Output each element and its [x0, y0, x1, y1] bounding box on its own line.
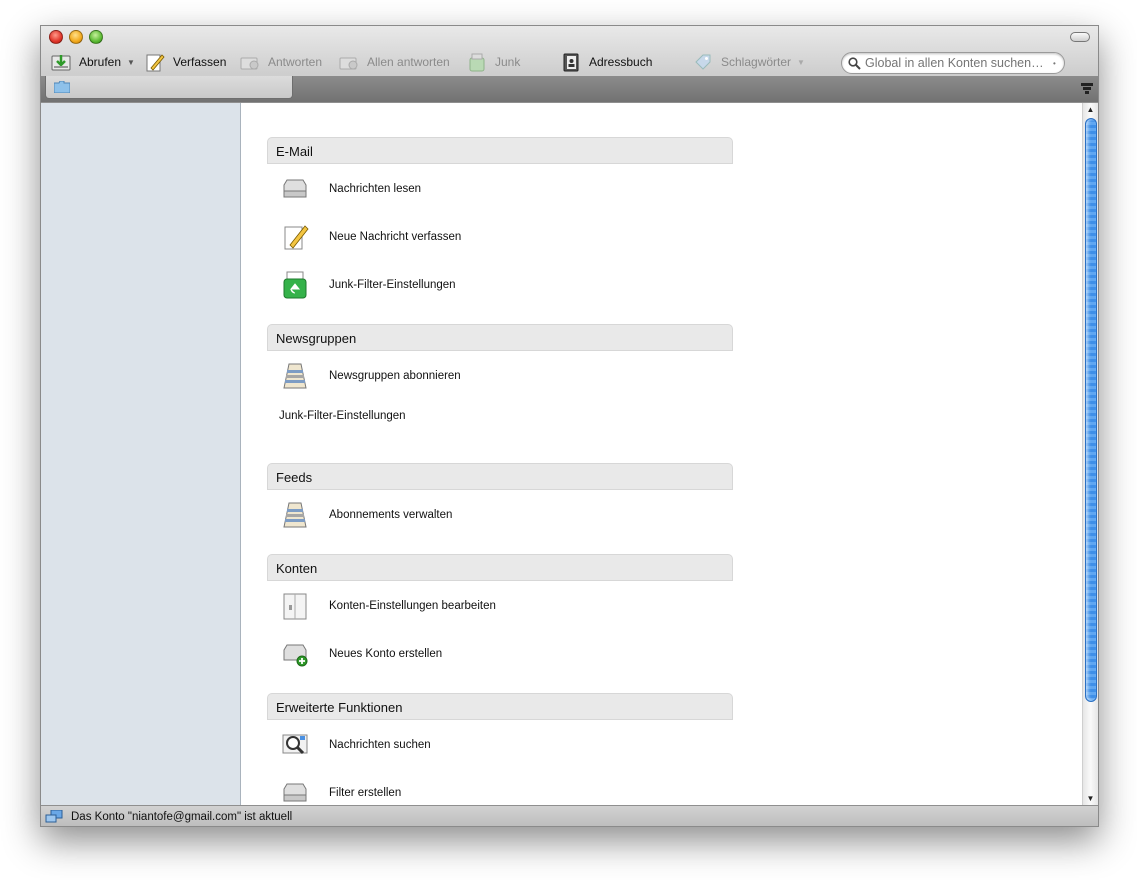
- feeds-icon: [283, 502, 307, 528]
- junk-settings-link[interactable]: Junk-Filter-Einstellungen: [281, 270, 456, 300]
- reply-all-label: Allen antworten: [367, 55, 450, 69]
- get-messages-button[interactable]: Abrufen ▼: [51, 50, 135, 74]
- tag-icon: [695, 54, 711, 70]
- chevron-down-icon[interactable]: ▼: [797, 58, 805, 67]
- newsgroup-icon: [283, 363, 307, 389]
- read-messages-link[interactable]: Nachrichten lesen: [281, 174, 421, 204]
- junk-label: Junk: [495, 55, 521, 69]
- recycle-bin-icon: [469, 53, 485, 72]
- tab-strip: [41, 76, 1098, 102]
- inbox-tray-icon: [283, 179, 307, 198]
- get-messages-label: Abrufen: [79, 55, 122, 69]
- search-icon: [848, 56, 861, 70]
- newsgroup-junk-settings-link[interactable]: Junk-Filter-Einstellungen: [279, 410, 406, 422]
- address-book-icon: [563, 53, 579, 72]
- reply-icon: [240, 57, 259, 70]
- tab-list-icon[interactable]: [1080, 81, 1094, 95]
- section-header-accounts: Konten: [267, 554, 733, 581]
- account-settings-label: Konten-Einstellungen bearbeiten: [329, 600, 496, 612]
- toolbar-toggle-button[interactable]: [1070, 32, 1090, 42]
- create-filter-link[interactable]: Filter erstellen: [281, 778, 401, 805]
- search-options-icon[interactable]: •: [1053, 59, 1056, 68]
- compose-message-label: Neue Nachricht verfassen: [329, 231, 462, 243]
- tags-label: Schlagwörter: [721, 55, 792, 69]
- new-account-label: Neues Konto erstellen: [329, 648, 443, 660]
- search-input[interactable]: [865, 56, 1051, 70]
- main-toolbar: Abrufen ▼ Verfassen Antworten Allen antw…: [41, 50, 1098, 76]
- pencil-paper-icon: [146, 54, 165, 72]
- scroll-thumb[interactable]: [1085, 118, 1097, 702]
- create-filter-label: Filter erstellen: [329, 787, 402, 799]
- compose-button[interactable]: Verfassen: [145, 50, 226, 74]
- new-account-link[interactable]: Neues Konto erstellen: [281, 639, 442, 669]
- filter-icon: [283, 783, 307, 802]
- manage-subscriptions-link[interactable]: Abonnements verwalten: [281, 500, 452, 530]
- read-messages-label: Nachrichten lesen: [329, 183, 422, 195]
- tags-button[interactable]: Schlagwörter ▼: [693, 50, 805, 74]
- scroll-down-arrow-icon[interactable]: ▼: [1083, 792, 1098, 805]
- status-bar: Das Konto "niantofe@gmail.com" ist aktue…: [41, 805, 1098, 826]
- reply-button[interactable]: Antworten: [240, 50, 322, 74]
- online-status-icon[interactable]: [45, 809, 63, 824]
- status-text: Das Konto "niantofe@gmail.com" ist aktue…: [71, 810, 293, 823]
- address-book-button[interactable]: Adressbuch: [561, 50, 652, 74]
- app-window: Abrufen ▼ Verfassen Antworten Allen antw…: [40, 25, 1099, 827]
- pencil-paper-icon: [284, 225, 309, 250]
- section-header-newsgroups: Newsgruppen: [267, 324, 733, 351]
- global-search-field[interactable]: •: [841, 52, 1065, 74]
- tab-folder[interactable]: [45, 76, 293, 99]
- minimize-window-button[interactable]: [69, 30, 83, 44]
- compose-label: Verfassen: [173, 55, 227, 69]
- reply-all-button[interactable]: Allen antworten: [339, 50, 450, 74]
- search-messages-link[interactable]: Nachrichten suchen: [281, 730, 431, 760]
- section-header-feeds: Feeds: [267, 463, 733, 490]
- reply-all-icon: [339, 57, 358, 70]
- compose-message-link[interactable]: Neue Nachricht verfassen: [281, 222, 461, 252]
- reply-label: Antworten: [268, 55, 323, 69]
- account-settings-link[interactable]: Konten-Einstellungen bearbeiten: [281, 591, 496, 621]
- account-central-pane: E-Mail Nachrichten lesen Neue Nachricht …: [241, 103, 1082, 805]
- search-messages-label: Nachrichten suchen: [329, 739, 431, 751]
- chevron-down-icon[interactable]: ▼: [127, 58, 135, 67]
- folder-icon: [54, 81, 70, 93]
- zoom-window-button[interactable]: [89, 30, 103, 44]
- scroll-up-arrow-icon[interactable]: ▲: [1083, 103, 1098, 116]
- manage-subscriptions-label: Abonnements verwalten: [329, 509, 453, 521]
- account-settings-icon: [283, 593, 307, 620]
- search-messages-icon: [282, 734, 308, 755]
- junk-button[interactable]: Junk: [467, 50, 520, 74]
- subscribe-newsgroups-link[interactable]: Newsgruppen abonnieren: [281, 361, 461, 391]
- folder-sidebar[interactable]: [41, 103, 241, 805]
- recycle-bin-icon: [283, 271, 307, 299]
- subscribe-newsgroups-label: Newsgruppen abonnieren: [329, 370, 461, 382]
- vertical-scrollbar[interactable]: ▲ ▼: [1082, 103, 1098, 805]
- download-icon: [51, 55, 71, 71]
- address-book-label: Adressbuch: [589, 55, 653, 69]
- close-window-button[interactable]: [49, 30, 63, 44]
- junk-settings-label: Junk-Filter-Einstellungen: [329, 279, 456, 291]
- section-header-advanced: Erweiterte Funktionen: [267, 693, 733, 720]
- new-account-icon: [283, 644, 308, 667]
- section-header-email: E-Mail: [267, 137, 733, 164]
